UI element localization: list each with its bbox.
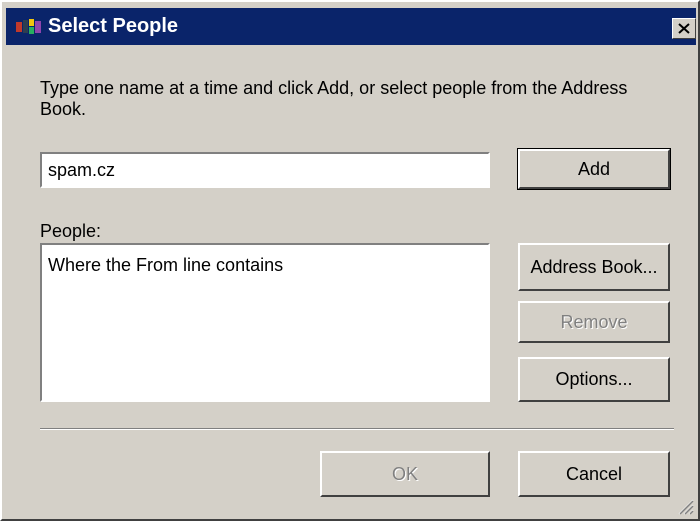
people-list[interactable]: Where the From line contains — [40, 243, 490, 402]
select-people-dialog: Select People Type one name at a time an… — [0, 0, 700, 521]
people-label: People: — [40, 221, 102, 241]
separator — [40, 428, 674, 430]
list-item[interactable]: Where the From line contains — [48, 255, 283, 276]
close-button[interactable] — [672, 18, 696, 39]
instructions-text: Type one name at a time and click Add, o… — [40, 78, 628, 119]
remove-button[interactable]: Remove — [518, 301, 670, 343]
close-icon — [678, 23, 690, 34]
address-book-icon — [16, 19, 42, 35]
add-button[interactable]: Add — [517, 148, 671, 190]
name-input[interactable] — [40, 152, 490, 188]
options-button[interactable]: Options... — [518, 357, 670, 402]
title-bar[interactable]: Select People — [6, 8, 696, 45]
resize-grip-icon[interactable] — [676, 497, 694, 515]
ok-button[interactable]: OK — [320, 451, 490, 497]
cancel-button[interactable]: Cancel — [518, 451, 670, 497]
window-title: Select People — [48, 15, 179, 37]
address-book-button[interactable]: Address Book... — [518, 243, 670, 291]
